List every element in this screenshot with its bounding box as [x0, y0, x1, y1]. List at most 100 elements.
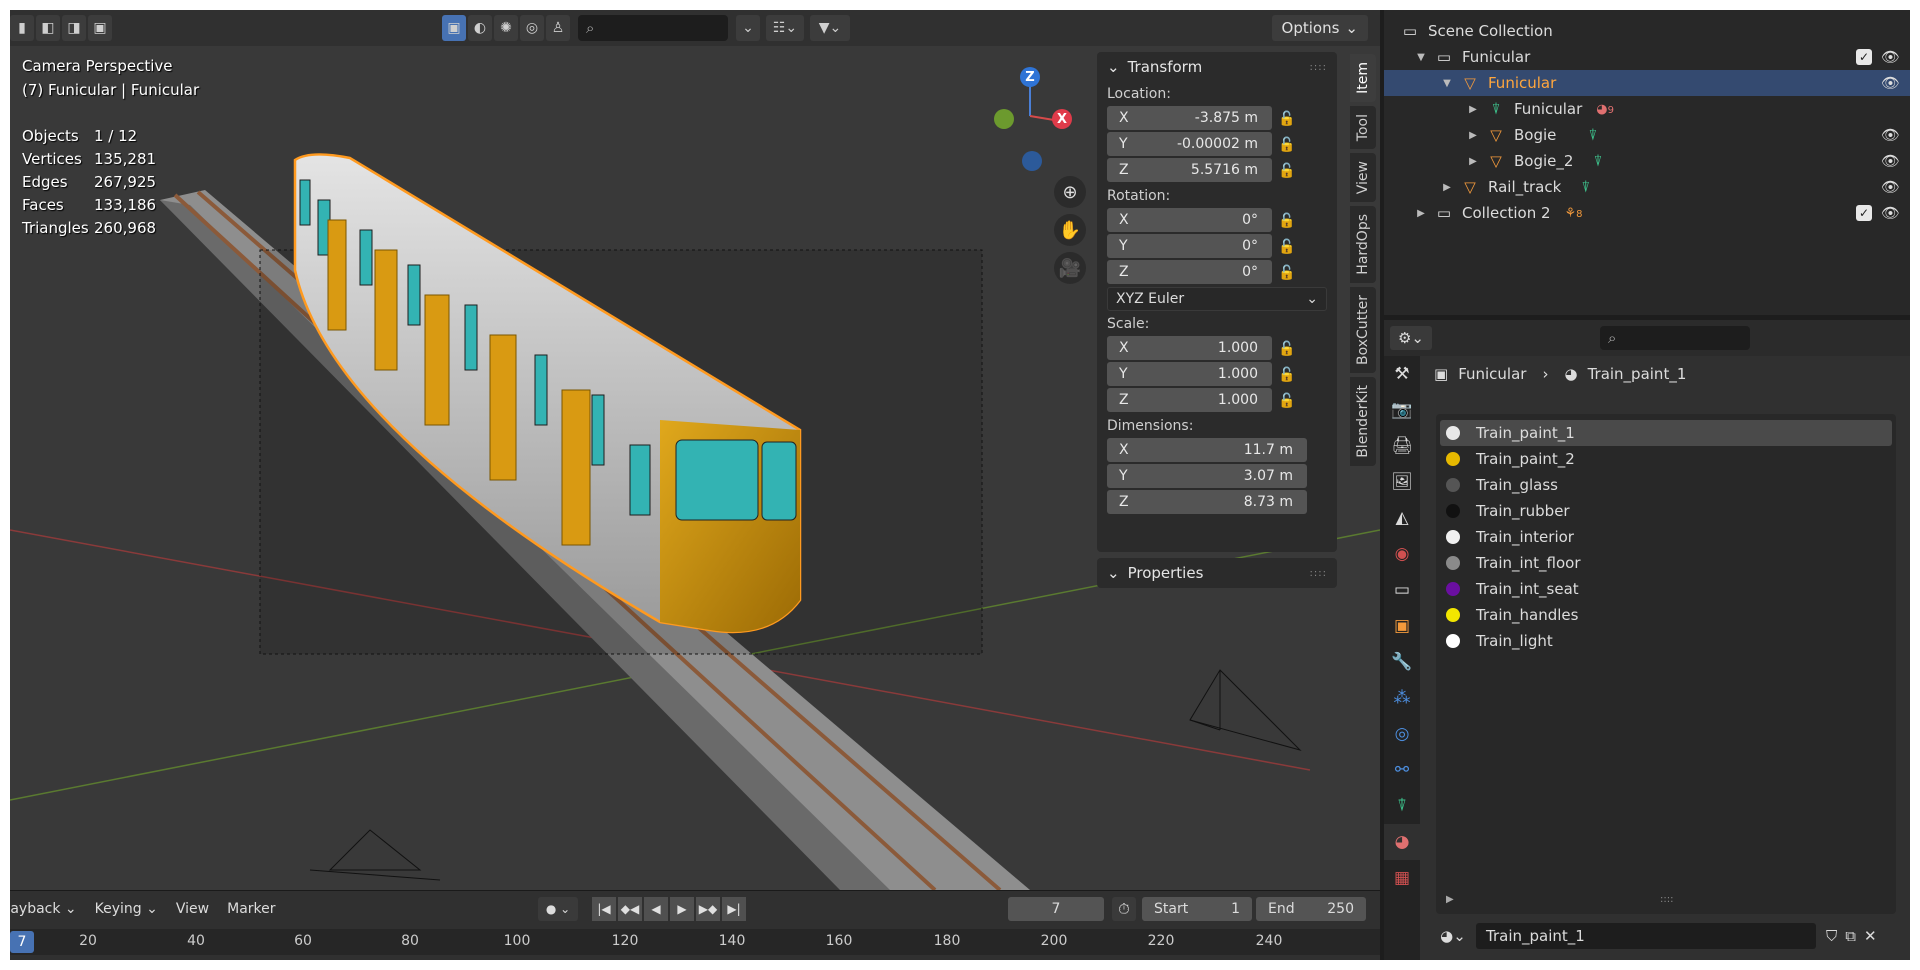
rotation-z-field[interactable]: Z 0°: [1107, 260, 1272, 284]
unlock-icon[interactable]: 🔓: [1272, 367, 1302, 383]
expand-triangle-icon[interactable]: ▼: [1440, 78, 1454, 89]
scale-x-field[interactable]: X 1.000: [1107, 336, 1272, 360]
tab-blenderkit[interactable]: BlenderKit: [1350, 377, 1376, 466]
expand-triangle-icon[interactable]: ▶: [1414, 208, 1428, 219]
expand-triangle-icon[interactable]: ▶: [1466, 156, 1480, 167]
exclude-checkbox[interactable]: ✓: [1856, 205, 1872, 221]
material-slot-item[interactable]: Train_rubber: [1440, 498, 1892, 524]
camera-view-icon[interactable]: 🎥: [1054, 252, 1086, 284]
location-x-field[interactable]: X -3.875 m: [1107, 106, 1272, 130]
menu-playback[interactable]: Playback ⌄: [10, 901, 77, 917]
eye-icon[interactable]: 👁: [1881, 204, 1900, 222]
gizmo-y-axis[interactable]: [994, 109, 1014, 129]
unlock-icon[interactable]: 🔓: [1272, 137, 1302, 153]
expand-triangle-icon[interactable]: ▶: [1440, 182, 1454, 193]
select-extend-icon[interactable]: ◧: [36, 15, 60, 41]
outliner-row-collection-2[interactable]: ▶ ▭ Collection 2 ⚘8 ✓ 👁: [1384, 200, 1910, 226]
select-subtract-icon[interactable]: ◨: [62, 15, 86, 41]
resize-grip-icon[interactable]: ::::: [1660, 894, 1673, 905]
prev-keyframe-icon[interactable]: ◆◀: [618, 897, 642, 921]
object-filter-world-icon[interactable]: ◎: [520, 15, 544, 41]
object-filter-light-icon[interactable]: ✺: [494, 15, 518, 41]
zoom-icon[interactable]: ⊕: [1054, 176, 1086, 208]
material-slot-item[interactable]: Train_int_seat: [1440, 576, 1892, 602]
drag-grip-icon[interactable]: ::::: [1310, 62, 1327, 73]
material-slot-item[interactable]: Train_interior: [1440, 524, 1892, 550]
scale-z-field[interactable]: Z 1.000: [1107, 388, 1272, 412]
material-slot-item[interactable]: Train_light: [1440, 628, 1892, 654]
world-icon[interactable]: ◉: [1384, 536, 1420, 572]
rotation-y-field[interactable]: Y 0°: [1107, 234, 1272, 258]
view-layer-icon[interactable]: 🖼: [1384, 464, 1420, 500]
outliner-row-scene-collection[interactable]: ▭ Scene Collection: [1384, 18, 1910, 44]
unlock-icon[interactable]: 🔓: [1272, 341, 1302, 357]
properties-search-field[interactable]: ⌕: [1600, 326, 1750, 350]
pan-hand-icon[interactable]: ✋: [1054, 214, 1086, 246]
end-frame-field[interactable]: End 250: [1256, 897, 1366, 921]
tool-settings-icon[interactable]: ⚒: [1384, 356, 1420, 392]
transform-header[interactable]: ⌄ Transform ::::: [1097, 52, 1337, 82]
expand-triangle-icon[interactable]: ▶: [1466, 104, 1480, 115]
fake-user-shield-icon[interactable]: ⛉: [1826, 927, 1837, 945]
outliner-row-bogie-2[interactable]: ▶ ▽ Bogie_2 ⍒ 👁: [1384, 148, 1910, 174]
viewport-search-field[interactable]: ⌕: [578, 15, 728, 41]
tree-view-dropdown[interactable]: ☷⌄: [766, 15, 804, 41]
unlock-icon[interactable]: 🔓: [1272, 393, 1302, 409]
collection-icon[interactable]: ▭: [1384, 572, 1420, 608]
render-icon[interactable]: 📷: [1384, 392, 1420, 428]
playhead-frame[interactable]: 7: [10, 931, 34, 953]
tab-boxcutter[interactable]: BoxCutter: [1350, 287, 1376, 374]
material-slot-item[interactable]: Train_paint_1: [1440, 420, 1892, 446]
properties-header[interactable]: ⌄ Properties ::::: [1097, 558, 1337, 588]
outliner-row-bogie[interactable]: ▶ ▽ Bogie ⍒ 👁: [1384, 122, 1910, 148]
dimensions-z-field[interactable]: Z 8.73 m: [1107, 490, 1307, 514]
material-slot-list[interactable]: Train_paint_1 Train_paint_2 Train_glass Tra…: [1436, 414, 1896, 914]
location-z-field[interactable]: Z 5.5716 m: [1107, 158, 1272, 182]
menu-keying[interactable]: Keying ⌄: [95, 901, 158, 917]
close-icon[interactable]: ✕: [1864, 927, 1877, 945]
gizmo-x-axis[interactable]: X: [1052, 109, 1072, 129]
options-dropdown[interactable]: Options ⌄: [1271, 15, 1368, 41]
gizmo-z-axis[interactable]: Z: [1020, 67, 1040, 87]
unlock-icon[interactable]: 🔓: [1272, 265, 1302, 281]
object-filter-mesh-icon[interactable]: ▣: [442, 15, 466, 41]
material-slot-item[interactable]: Train_int_floor: [1440, 550, 1892, 576]
select-intersect-icon[interactable]: ▣: [88, 15, 112, 41]
tab-item[interactable]: Item: [1350, 54, 1376, 102]
object-icon[interactable]: ▣: [1384, 608, 1420, 644]
menu-marker[interactable]: Marker: [227, 901, 275, 917]
eye-icon[interactable]: 👁: [1881, 152, 1900, 170]
eye-icon[interactable]: 👁: [1881, 74, 1900, 92]
editor-type-dropdown[interactable]: ⚙⌄: [1390, 326, 1432, 350]
object-filter-armature-icon[interactable]: ♙: [546, 15, 570, 41]
expand-triangle-icon[interactable]: ▼: [1414, 52, 1428, 63]
expand-triangle-icon[interactable]: ▶: [1446, 894, 1454, 905]
outliner-row-funicular-object[interactable]: ▼ ▽ Funicular 👁: [1384, 70, 1910, 96]
drag-grip-icon[interactable]: ::::: [1310, 568, 1327, 579]
dimensions-y-field[interactable]: Y 3.07 m: [1107, 464, 1307, 488]
material-slot-item[interactable]: Train_handles: [1440, 602, 1892, 628]
texture-icon[interactable]: ▦: [1384, 860, 1420, 896]
outliner-row-funicular-collection[interactable]: ▼ ▭ Funicular ✓ 👁: [1384, 44, 1910, 70]
unlock-icon[interactable]: 🔓: [1272, 163, 1302, 179]
rotation-x-field[interactable]: X 0°: [1107, 208, 1272, 232]
auto-key-record-icon[interactable]: ● ⌄: [538, 897, 578, 921]
duplicate-icon[interactable]: ⧉: [1845, 927, 1856, 945]
material-slot-item[interactable]: Train_paint_2: [1440, 446, 1892, 472]
filter-dropdown[interactable]: ▼⌄: [810, 15, 850, 41]
output-icon[interactable]: 🖨: [1384, 428, 1420, 464]
scale-y-field[interactable]: Y 1.000: [1107, 362, 1272, 386]
play-reverse-icon[interactable]: ◀: [644, 897, 668, 921]
jump-start-icon[interactable]: |◀: [592, 897, 616, 921]
unlock-icon[interactable]: 🔓: [1272, 213, 1302, 229]
modifier-wrench-icon[interactable]: 🔧: [1384, 644, 1420, 680]
physics-icon[interactable]: ◎: [1384, 716, 1420, 752]
material-browse-icon[interactable]: ◕⌄: [1436, 923, 1470, 949]
frame-ruler[interactable]: 7 20 40 60 80 100 120 140 160 180 200 22…: [10, 929, 1380, 955]
menu-view[interactable]: View: [176, 901, 209, 917]
outliner-row-rail-track[interactable]: ▶ ▽ Rail_track ⍒ 👁: [1384, 174, 1910, 200]
gizmo-neg-z-axis[interactable]: [1022, 151, 1042, 171]
tab-hardops[interactable]: HardOps: [1350, 206, 1376, 284]
object-filter-material-icon[interactable]: ◐: [468, 15, 492, 41]
stopwatch-icon[interactable]: ⏱: [1112, 897, 1136, 921]
